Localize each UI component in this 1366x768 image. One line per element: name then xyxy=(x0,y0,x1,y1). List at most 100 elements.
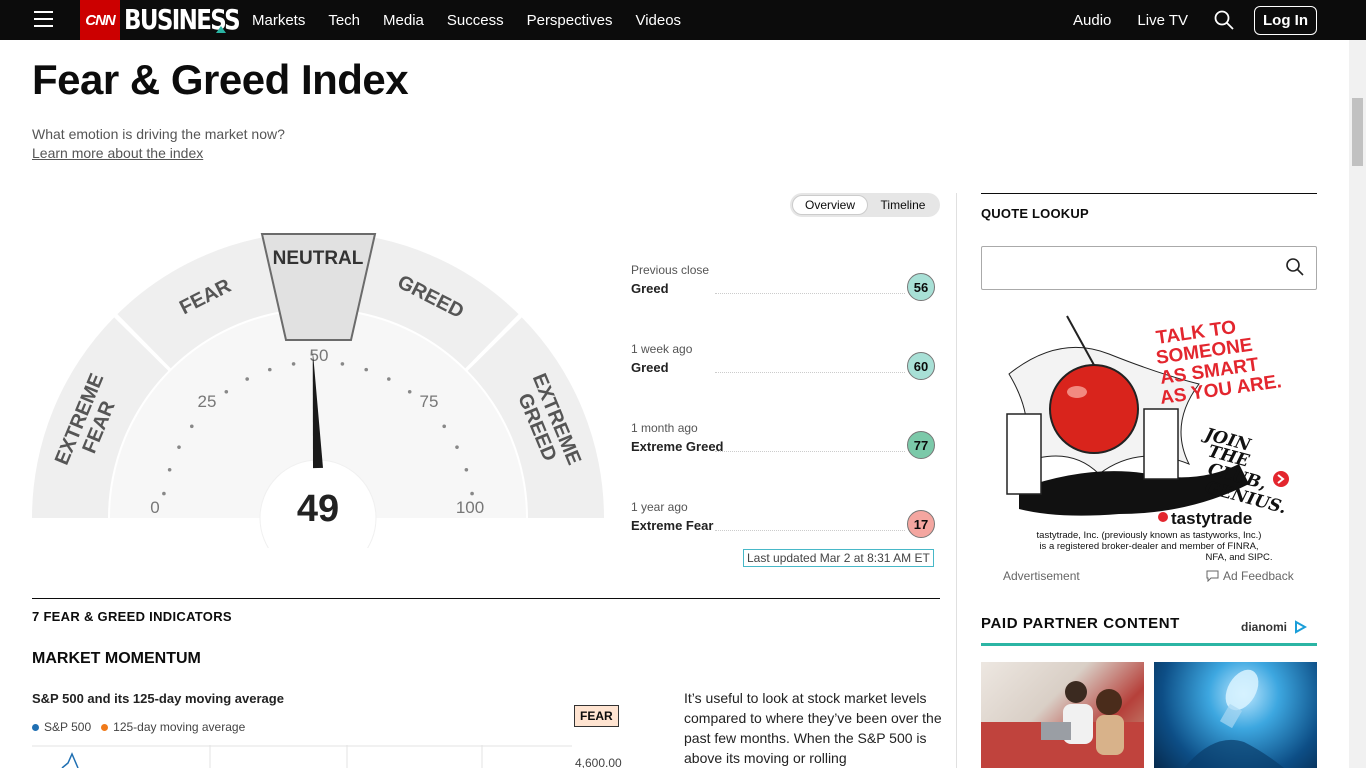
gauge-tick-dot xyxy=(442,424,447,429)
legend-dot-moving-average xyxy=(101,723,109,731)
history-row-1-week: 1 week ago Greed 60 xyxy=(631,342,937,388)
nav-right: Audio Live TV Log In xyxy=(1073,0,1317,40)
gauge-tick-dot xyxy=(407,389,412,394)
lightbulb-image xyxy=(1184,669,1284,768)
nav-link-audio[interactable]: Audio xyxy=(1073,12,1111,29)
cnn-logo[interactable]: CNN xyxy=(80,0,120,40)
menu-icon[interactable] xyxy=(34,11,53,27)
history-row-1-year: 1 year ago Extreme Fear 17 xyxy=(631,500,937,546)
view-toggle: Overview Timeline xyxy=(790,193,940,217)
history-when: 1 year ago xyxy=(631,500,688,514)
gauge-tick-dot xyxy=(464,467,469,472)
history-when: Previous close xyxy=(631,263,710,277)
tab-overview[interactable]: Overview xyxy=(792,195,868,215)
leader-line xyxy=(715,451,905,452)
quote-lookup-title: QUOTE LOOKUP xyxy=(981,206,1089,221)
ad-disclaimer-3: NFA, and SIPC. xyxy=(1205,552,1272,563)
ad-disclaimer-1: tastytrade, Inc. (previously known as ta… xyxy=(1037,530,1262,541)
nav-link-videos[interactable]: Videos xyxy=(635,12,681,29)
scrollbar-thumb[interactable] xyxy=(1352,98,1363,166)
fear-greed-gauge: EXTREMEFEARFEAR GREEDEXTREMEGREED NEUTRAL… xyxy=(32,233,604,548)
tick-label-100: 100 xyxy=(456,498,484,517)
nav-links: Markets Tech Media Success Perspectives … xyxy=(252,0,704,40)
learn-more-link[interactable]: Learn more about the index xyxy=(32,145,203,161)
gauge-tick-dot xyxy=(189,424,194,429)
legend-dot-sp500 xyxy=(32,723,39,731)
top-nav: CNN BUSINESS Markets Tech Media Success … xyxy=(0,0,1366,40)
ad-feedback-link[interactable]: Ad Feedback xyxy=(1206,569,1294,583)
gauge-tick-dot xyxy=(387,377,391,381)
history-rating: Extreme Fear xyxy=(631,518,714,533)
gauge-tick-dot xyxy=(177,445,181,449)
history-row-1-month: 1 month ago Extreme Greed 77 xyxy=(631,421,937,467)
chart-title: S&P 500 and its 125-day moving average xyxy=(32,691,284,706)
dianomi-logo[interactable]: dianomi xyxy=(1241,620,1308,634)
ad-arrow-icon xyxy=(1273,471,1289,487)
paid-partner-rule xyxy=(981,643,1317,646)
leader-line xyxy=(715,293,905,294)
nav-link-perspectives[interactable]: Perspectives xyxy=(527,12,613,29)
gauge-tick-dot xyxy=(267,367,272,372)
tick-label-50: 50 xyxy=(310,346,329,365)
zone-label-neutral: NEUTRAL xyxy=(273,248,364,269)
sidebar-divider xyxy=(956,193,957,768)
advertisement[interactable]: TALK TO SOMEONE AS SMART AS YOU ARE. JOI… xyxy=(999,314,1299,564)
nav-link-markets[interactable]: Markets xyxy=(252,12,305,29)
market-momentum-heading: MARKET MOMENTUM xyxy=(32,650,201,667)
quote-lookup-rule xyxy=(981,193,1317,194)
dianomi-label: dianomi xyxy=(1241,620,1288,634)
history-when: 1 week ago xyxy=(631,342,693,356)
sp500-chart: 4,600.00 xyxy=(32,745,622,768)
ad-feedback-label: Ad Feedback xyxy=(1223,569,1294,583)
search-icon[interactable] xyxy=(1214,10,1234,30)
page-title: Fear & Greed Index xyxy=(32,56,409,103)
history-rating: Greed xyxy=(631,360,669,375)
last-updated: Last updated Mar 2 at 8:31 AM ET xyxy=(743,549,934,567)
gauge-tick-dot xyxy=(455,445,459,449)
tick-label-0: 0 xyxy=(150,498,159,517)
nav-link-media[interactable]: Media xyxy=(383,12,424,29)
paid-partner-title: PAID PARTNER CONTENT xyxy=(981,615,1180,632)
leader-line xyxy=(715,530,905,531)
history-rating: Greed xyxy=(631,281,669,296)
legend-sp500: S&P 500 xyxy=(44,720,92,734)
quote-lookup-input[interactable] xyxy=(981,246,1317,290)
ad-illustration: TALK TO SOMEONE AS SMART AS YOU ARE. JOI… xyxy=(999,314,1299,564)
nav-link-tech[interactable]: Tech xyxy=(328,12,360,29)
gauge-tick-dot xyxy=(364,367,369,372)
history-score: 60 xyxy=(907,352,935,380)
tab-timeline[interactable]: Timeline xyxy=(870,195,936,215)
partner-thumbnail-2[interactable] xyxy=(1154,662,1317,768)
nav-link-live-tv[interactable]: Live TV xyxy=(1137,12,1188,29)
tick-label-75: 75 xyxy=(420,392,439,411)
logo-triangle-icon xyxy=(216,26,226,33)
history-rating: Extreme Greed xyxy=(631,439,724,454)
legend-moving-average: 125-day moving average xyxy=(113,720,246,734)
scrollbar[interactable] xyxy=(1349,40,1366,768)
couple-image xyxy=(981,681,1144,768)
login-button[interactable]: Log In xyxy=(1254,5,1317,35)
gauge-value: 49 xyxy=(297,488,339,530)
gauge-tick-dot xyxy=(167,467,172,472)
section-divider xyxy=(32,598,940,599)
partner-thumbnail-1[interactable] xyxy=(981,662,1144,768)
tick-label-25: 25 xyxy=(198,392,217,411)
search-icon[interactable] xyxy=(1285,257,1305,277)
nav-link-success[interactable]: Success xyxy=(447,12,504,29)
history-row-previous-close: Previous close Greed 56 xyxy=(631,263,937,309)
indicator-status-badge: FEAR xyxy=(574,705,619,727)
chart-axis-label: 4,600.00 xyxy=(575,756,622,768)
chart-legend: S&P 500 125-day moving average xyxy=(32,720,245,734)
gauge-tick-dot xyxy=(245,377,249,381)
gauge-tick-dot xyxy=(162,491,166,496)
ad-label: Advertisement xyxy=(1003,569,1080,583)
page-subtitle: What emotion is driving the market now? xyxy=(32,126,285,142)
gauge-tick-dot xyxy=(470,491,474,496)
gauge-tick-dot xyxy=(291,362,296,366)
ad-disclaimer-2: is a registered broker-dealer and member… xyxy=(1039,541,1258,552)
indicator-description: It’s useful to look at stock market leve… xyxy=(684,690,942,766)
adchoices-icon[interactable] xyxy=(1293,620,1308,634)
history-when: 1 month ago xyxy=(631,421,698,435)
history-score: 77 xyxy=(907,431,935,459)
gauge-tick-dot xyxy=(224,389,229,394)
